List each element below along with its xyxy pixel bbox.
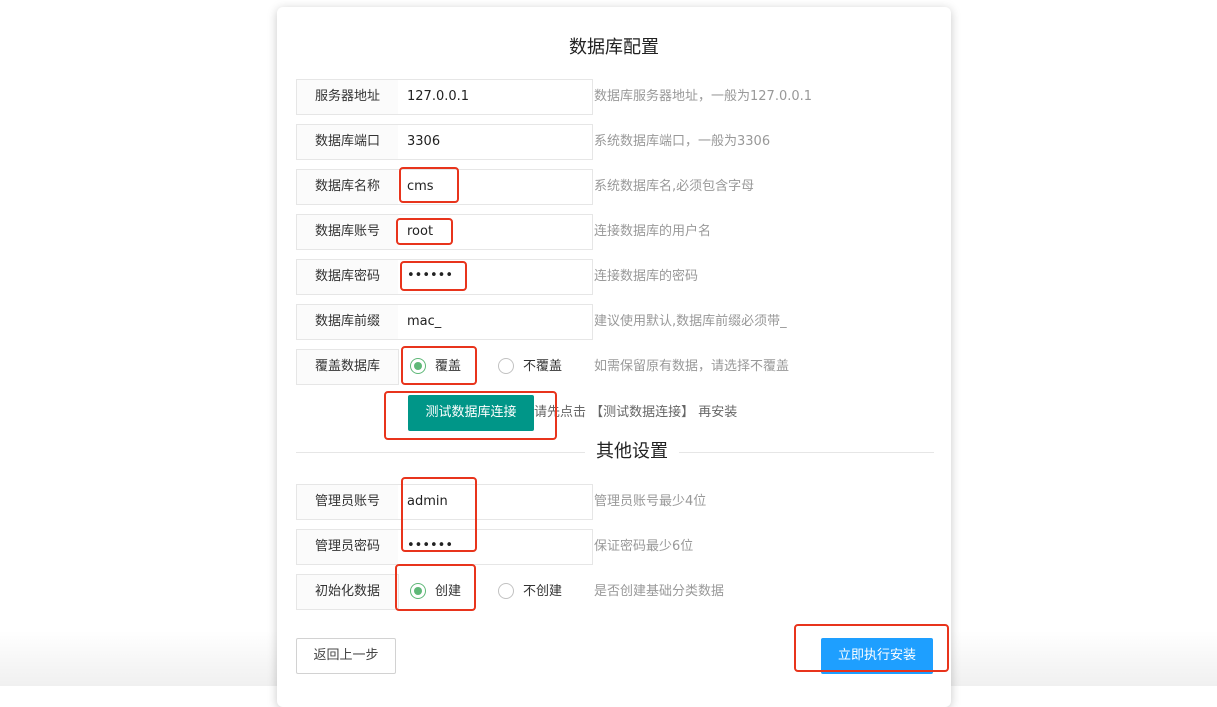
port-input[interactable]: 3306 <box>398 124 593 160</box>
radio-no-cover-label: 不覆盖 <box>523 359 563 374</box>
admin-password-input-value: •••••• <box>407 538 454 553</box>
radio-create-label: 创建 <box>435 584 462 599</box>
server-hint: 数据库服务器地址，一般为127.0.0.1 <box>594 89 813 104</box>
radio-no-create[interactable]: 不创建 <box>498 574 562 610</box>
radio-checked-icon <box>410 357 426 374</box>
db-password-label: 数据库密码 <box>296 259 399 295</box>
admin-account-label: 管理员账号 <box>296 484 399 520</box>
prefix-label: 数据库前缀 <box>296 304 399 340</box>
dbname-input[interactable]: cms <box>398 169 593 205</box>
back-button[interactable]: 返回上一步 <box>296 638 396 674</box>
dbname-hint: 系统数据库名,必须包含字母 <box>594 179 755 194</box>
port-input-value: 3306 <box>407 134 441 149</box>
radio-checked-icon <box>410 582 426 599</box>
admin-password-input[interactable]: •••••• <box>398 529 593 565</box>
prefix-input[interactable]: mac_ <box>398 304 593 340</box>
db-account-input[interactable]: root <box>398 214 593 250</box>
admin-password-label: 管理员密码 <box>296 529 399 565</box>
server-label: 服务器地址 <box>296 79 399 115</box>
port-hint: 系统数据库端口，一般为3306 <box>594 134 771 149</box>
cover-db-hint: 如需保留原有数据，请选择不覆盖 <box>594 359 790 374</box>
db-password-input-value: •••••• <box>407 268 454 283</box>
install-form-card: 数据库配置 服务器地址 127.0.0.1 数据库服务器地址，一般为127.0.… <box>277 7 951 707</box>
radio-unchecked-icon <box>498 357 514 374</box>
admin-account-hint: 管理员账号最少4位 <box>594 494 707 509</box>
server-input[interactable]: 127.0.0.1 <box>398 79 593 115</box>
admin-password-hint: 保证密码最少6位 <box>594 539 694 554</box>
server-input-value: 127.0.0.1 <box>407 89 470 104</box>
radio-no-create-label: 不创建 <box>523 584 563 599</box>
db-password-input[interactable]: •••••• <box>398 259 593 295</box>
prefix-input-value: mac_ <box>407 314 442 329</box>
admin-account-input-value: admin <box>407 494 448 509</box>
test-connection-button[interactable]: 测试数据库连接 <box>408 395 534 431</box>
radio-cover-label: 覆盖 <box>435 359 462 374</box>
install-button[interactable]: 立即执行安装 <box>821 638 933 674</box>
cover-db-label: 覆盖数据库 <box>296 349 399 385</box>
radio-create[interactable]: 创建 <box>410 574 461 610</box>
radio-unchecked-icon <box>498 582 514 599</box>
dbname-input-value: cms <box>407 179 434 194</box>
test-connection-hint: 请先点击 【测试数据连接】 再安装 <box>534 405 738 420</box>
other-section-title: 其他设置 <box>585 440 679 464</box>
db-account-hint: 连接数据库的用户名 <box>594 224 712 239</box>
dbname-label: 数据库名称 <box>296 169 399 205</box>
prefix-hint: 建议使用默认,数据库前缀必须带_ <box>594 314 787 329</box>
port-label: 数据库端口 <box>296 124 399 160</box>
db-account-input-value: root <box>407 224 434 239</box>
db-section-title: 数据库配置 <box>569 37 659 58</box>
db-password-hint: 连接数据库的密码 <box>594 269 699 284</box>
init-data-hint: 是否创建基础分类数据 <box>594 584 725 599</box>
db-account-label: 数据库账号 <box>296 214 399 250</box>
init-data-label: 初始化数据 <box>296 574 399 610</box>
radio-cover[interactable]: 覆盖 <box>410 349 461 385</box>
admin-account-input[interactable]: admin <box>398 484 593 520</box>
radio-no-cover[interactable]: 不覆盖 <box>498 349 562 385</box>
